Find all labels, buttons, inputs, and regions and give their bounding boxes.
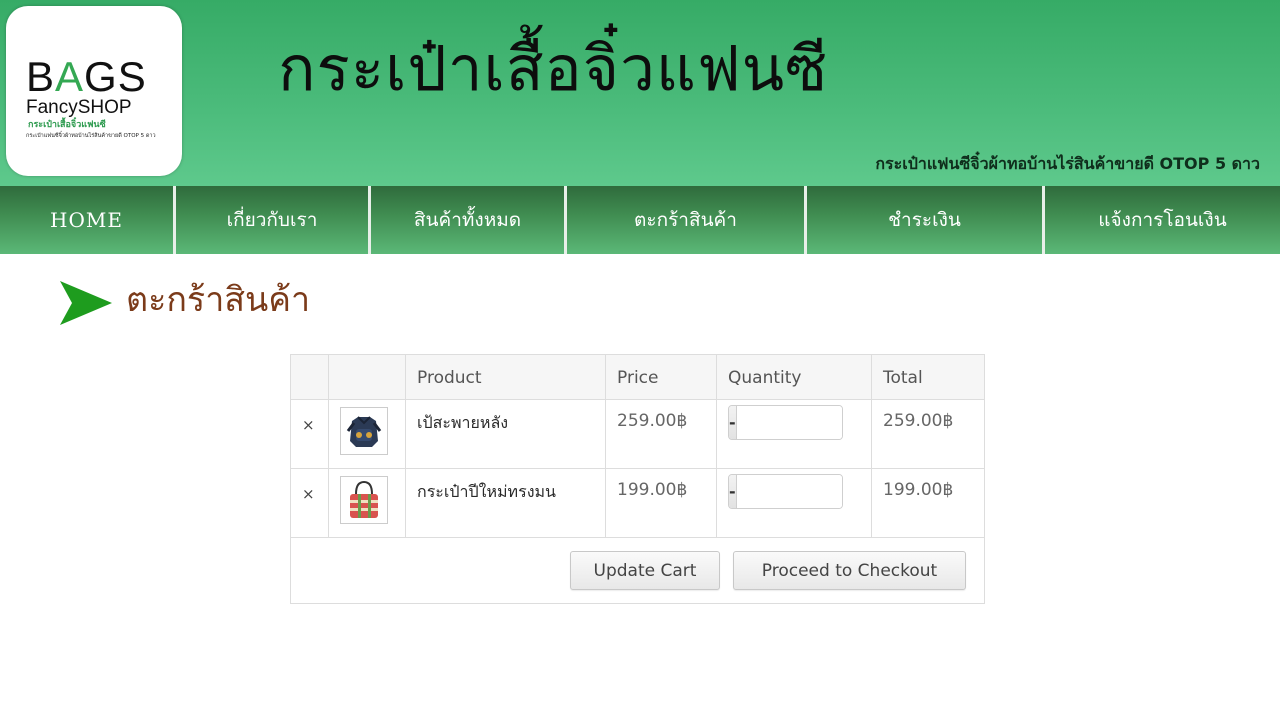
site-logo[interactable]: BAGS FancySHOP กระเป๋าเสื้อจิ๋วแฟนซี กระ…: [6, 6, 182, 176]
price-cell: 199.00฿: [606, 469, 717, 537]
arrow-notch: [60, 281, 72, 325]
remove-cell: ×: [291, 400, 329, 468]
remove-item-button[interactable]: ×: [302, 416, 315, 434]
quantity-input[interactable]: [736, 475, 842, 508]
cart-actions: Update Cart Proceed to Checkout: [291, 538, 984, 603]
backpack-image: [344, 411, 384, 451]
logo-subtitle: กระเป๋าแฟนซีจิ๋วผ้าทอบ้านไร่สินค้าขายดี …: [26, 133, 156, 139]
product-thumbnail[interactable]: [340, 476, 388, 524]
nav-item-about[interactable]: เกี่ยวกับเรา: [176, 186, 371, 254]
thumbnail-cell: [329, 469, 406, 537]
nav-item-cart[interactable]: ตะกร้าสินค้า: [567, 186, 807, 254]
product-name-link[interactable]: กระเป๋าปีใหม่ทรงมน: [417, 480, 556, 505]
product-name-link[interactable]: เป้สะพายหลัง: [417, 411, 508, 436]
nav-item-transfer-notice[interactable]: แจ้งการโอนเงิน: [1045, 186, 1280, 254]
site-title: กระเป๋าเสื้อจิ๋วแฟนซี: [278, 32, 829, 105]
quantity-decrease-button[interactable]: -: [729, 406, 737, 439]
quantity-stepper: - +: [728, 474, 843, 509]
remove-item-button[interactable]: ×: [302, 485, 315, 503]
product-cell: กระเป๋าปีใหม่ทรงมน: [406, 469, 606, 537]
site-header: BAGS FancySHOP กระเป๋าเสื้อจิ๋วแฟนซี กระ…: [0, 0, 1280, 186]
total-cell: 259.00฿: [872, 400, 984, 468]
header-product: Product: [406, 355, 606, 399]
page-title: ตะกร้าสินค้า: [126, 280, 311, 320]
line-total: 199.00฿: [883, 480, 954, 500]
logo-thai-name: กระเป๋าเสื้อจิ๋วแฟนซี: [28, 120, 106, 130]
product-thumbnail[interactable]: [340, 407, 388, 455]
table-row: × กระเป๋าปีใหม่ทรงมน 199.00฿ - 1 199.00฿: [291, 469, 984, 538]
total-cell: 199.00฿: [872, 469, 984, 537]
cart-table: Product Price Quantity Total × เป้สะพายห…: [290, 354, 985, 604]
product-cell: เป้สะพายหลัง: [406, 400, 606, 468]
quantity-cell: - +: [717, 469, 872, 537]
product-price: 199.00฿: [617, 480, 688, 500]
logo-wordmark: BAGS: [26, 53, 147, 100]
product-price: 259.00฿: [617, 411, 688, 431]
header-remove: [291, 355, 329, 399]
price-cell: 259.00฿: [606, 400, 717, 468]
table-header: Product Price Quantity Total: [291, 355, 984, 400]
quantity-cell: - +: [717, 400, 872, 468]
main-nav: HOME เกี่ยวกับเรา สินค้าทั้งหมด ตะกร้าสิ…: [0, 186, 1280, 254]
nav-item-home[interactable]: HOME: [0, 186, 176, 254]
header-thumbnail: [329, 355, 406, 399]
thumbnail-cell: [329, 400, 406, 468]
nav-item-products[interactable]: สินค้าทั้งหมด: [371, 186, 567, 254]
table-row: × เป้สะพายหลัง 259.00฿ - 1 259.00฿: [291, 400, 984, 469]
header-total: Total: [883, 368, 923, 388]
header-quantity: Quantity: [717, 355, 872, 399]
remove-cell: ×: [291, 469, 329, 537]
header-price: Price: [606, 355, 717, 399]
nav-item-payment[interactable]: ชำระเงิน: [807, 186, 1045, 254]
update-cart-button[interactable]: Update Cart: [570, 551, 720, 590]
quantity-input[interactable]: [736, 406, 842, 439]
proceed-to-checkout-button[interactable]: Proceed to Checkout: [733, 551, 966, 590]
quantity-decrease-button[interactable]: -: [729, 475, 737, 508]
line-total: 259.00฿: [883, 411, 954, 431]
site-tagline: กระเป๋าแฟนซีจิ๋วผ้าทอบ้านไร่สินค้าขายดี …: [875, 154, 1260, 173]
fancy-bag-image: [344, 480, 384, 520]
quantity-stepper: - +: [728, 405, 843, 440]
logo-fancyshop: FancySHOP: [26, 97, 132, 118]
